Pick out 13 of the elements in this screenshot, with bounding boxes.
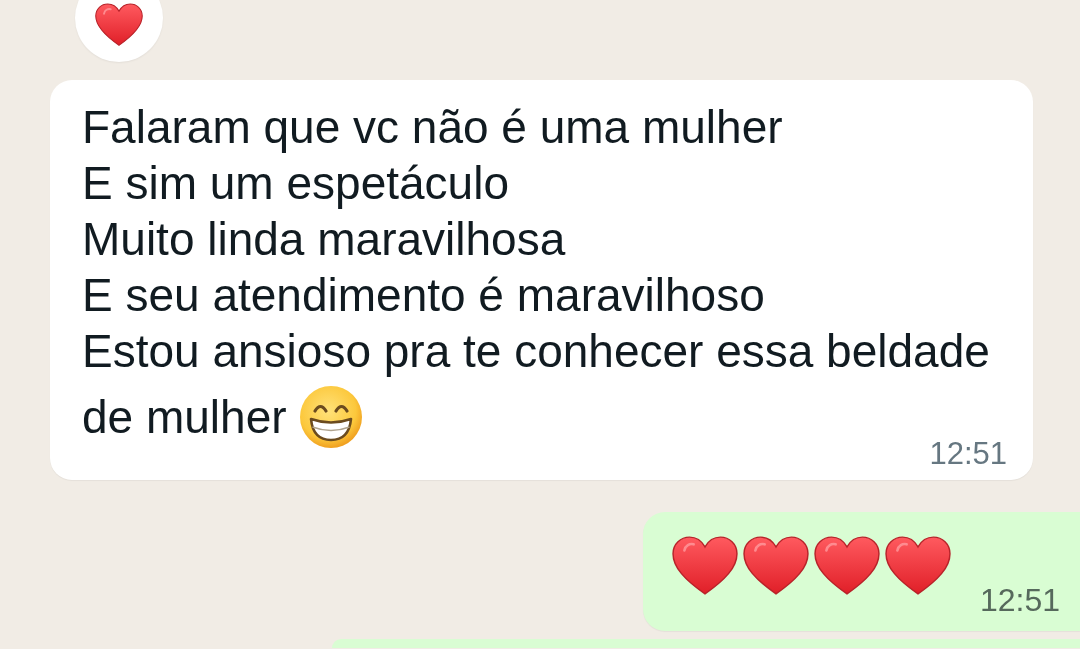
heart-icon (885, 536, 951, 596)
heart-icon (814, 536, 880, 596)
message-time: 12:51 (929, 438, 1007, 470)
heart-icon (743, 536, 809, 596)
message-text: de mulher (82, 390, 287, 445)
heart-icon (672, 536, 738, 596)
message-text: Muito linda maravilhosa (82, 212, 566, 267)
heart-icon (95, 3, 143, 47)
message-text: E seu atendimento é maravilhoso (82, 268, 765, 323)
message-time: 12:51 (980, 585, 1061, 615)
message-text: Falaram que vc não é uma mulher (82, 100, 783, 155)
message-text: E sim um espetáculo (82, 156, 509, 211)
message-text: Estou ansioso pra te conhecer essa beldade (82, 324, 990, 379)
